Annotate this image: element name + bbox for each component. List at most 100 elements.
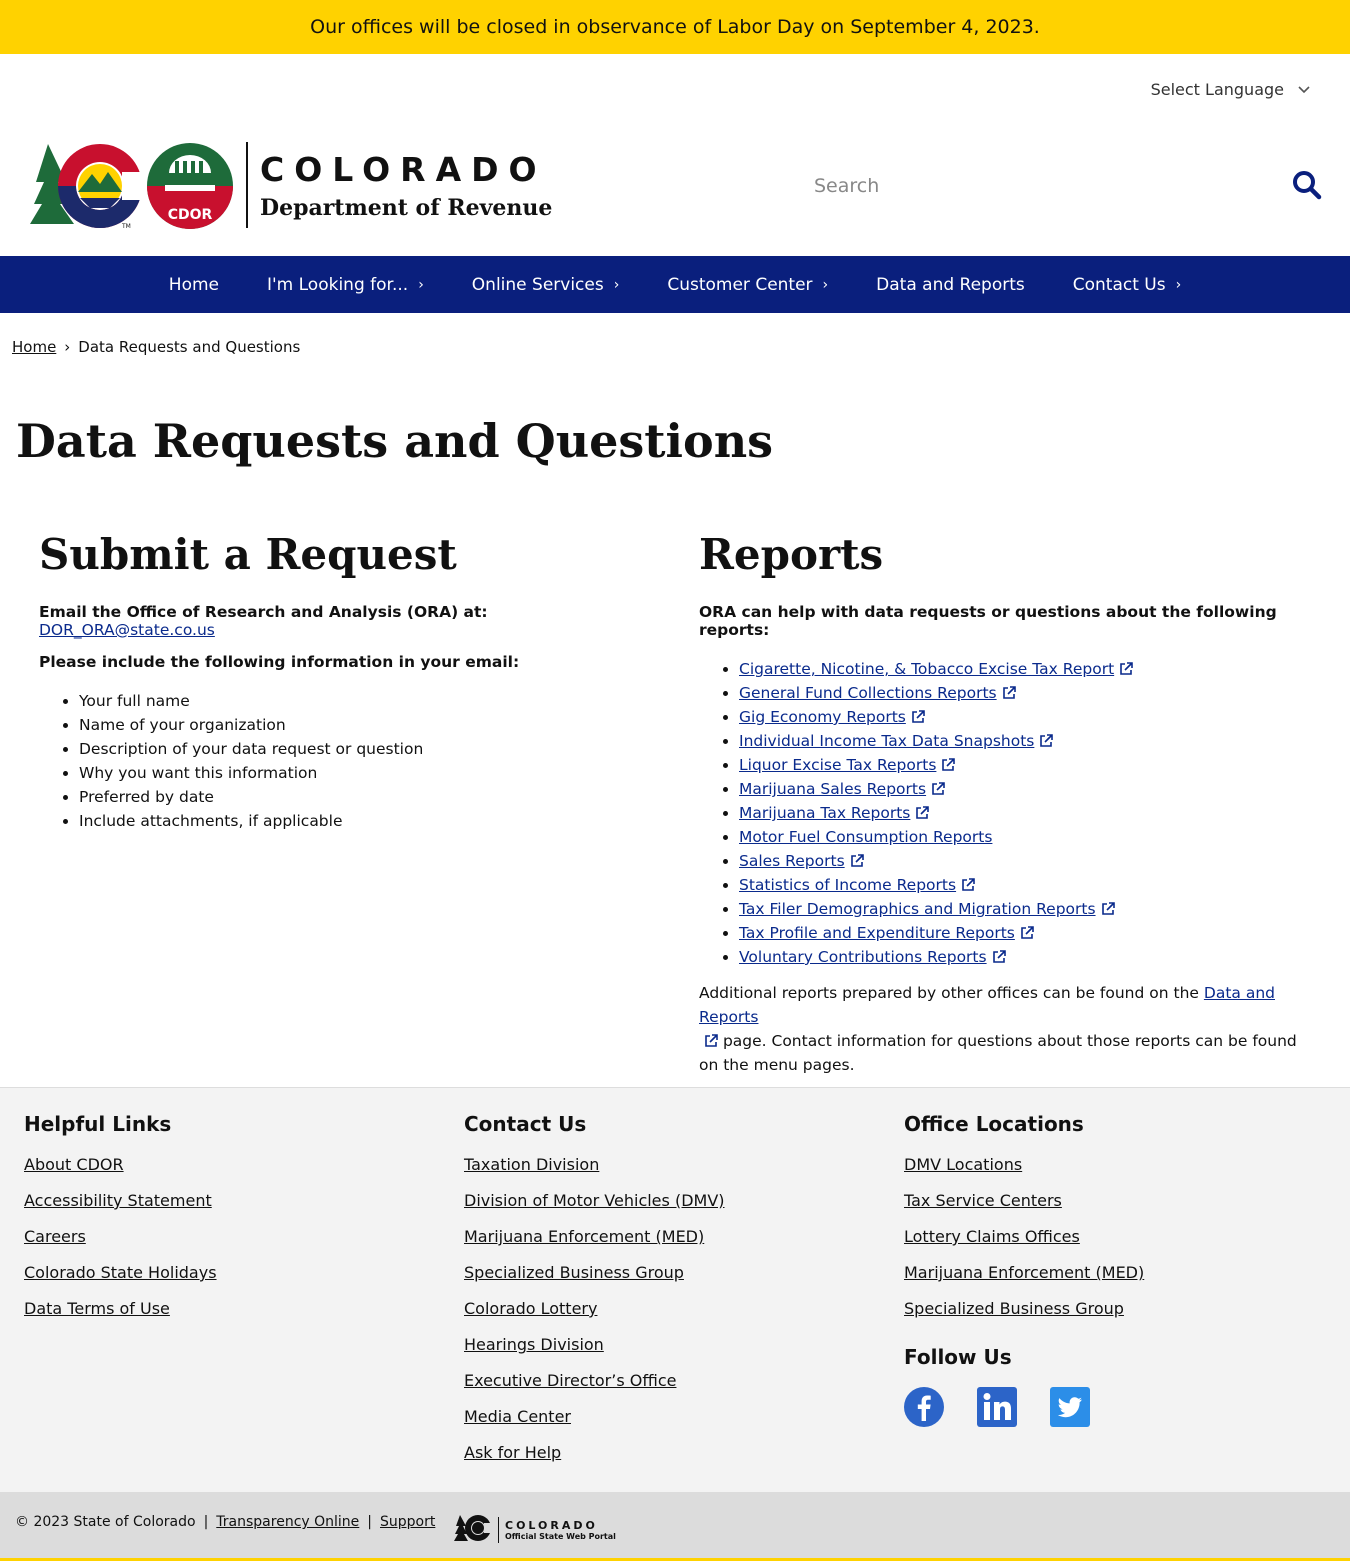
include-list-item: Why you want this information	[79, 761, 659, 785]
include-list-item: Preferred by date	[79, 785, 659, 809]
footer-contact-link[interactable]: Hearings Division	[464, 1334, 725, 1355]
linkedin-icon[interactable]	[977, 1387, 1017, 1427]
report-list-item: Liquor Excise Tax Reports	[739, 753, 1319, 777]
footer-contact-link[interactable]: Taxation Division	[464, 1154, 725, 1175]
report-link[interactable]: Individual Income Tax Data Snapshots	[739, 732, 1034, 750]
external-link-icon	[931, 779, 945, 795]
language-label: Select Language	[1150, 80, 1284, 99]
report-list-item: Individual Income Tax Data Snapshots	[739, 729, 1319, 753]
brand-text[interactable]: COLORADO Department of Revenue	[260, 150, 552, 221]
report-list-item: Tax Filer Demographics and Migration Rep…	[739, 897, 1319, 921]
report-link[interactable]: Tax Profile and Expenditure Reports	[739, 924, 1015, 942]
twitter-icon[interactable]	[1050, 1387, 1090, 1427]
external-link-icon	[1039, 731, 1054, 747]
report-link[interactable]: General Fund Collections Reports	[739, 684, 997, 702]
report-link[interactable]: Marijuana Tax Reports	[739, 804, 910, 822]
language-select[interactable]: Select Language	[1151, 80, 1310, 99]
external-link-icon	[961, 875, 975, 891]
breadcrumb-home-link[interactable]: Home	[12, 338, 56, 356]
footer-helpful-link[interactable]: Data Terms of Use	[24, 1298, 217, 1319]
footer-follow-heading: Follow Us	[904, 1345, 1012, 1369]
include-list-item: Description of your data request or ques…	[79, 737, 659, 761]
ora-email-link[interactable]: DOR_ORA@state.co.us	[39, 621, 215, 639]
report-list-item: Statistics of Income Reports	[739, 873, 1319, 897]
footer-contact-link[interactable]: Media Center	[464, 1406, 725, 1427]
footer-office-link[interactable]: Marijuana Enforcement (MED)	[904, 1262, 1144, 1283]
main-nav: Home I'm Looking for... › Online Services…	[0, 256, 1350, 313]
footer-helpful-link[interactable]: Colorado State Holidays	[24, 1262, 217, 1283]
footer-contact-link[interactable]: Colorado Lottery	[464, 1298, 725, 1319]
brand-department: Department of Revenue	[260, 195, 553, 221]
report-list-item: Tax Profile and Expenditure Reports	[739, 921, 1319, 945]
footer-helpful-link[interactable]: About CDOR	[24, 1154, 217, 1175]
external-link-icon	[1020, 923, 1034, 939]
transparency-online-link[interactable]: Transparency Online	[216, 1514, 359, 1530]
additional-reports-text: Additional reports prepared by other off…	[699, 984, 1297, 1074]
sub-footer: © 2023 State of Colorado | Transparency …	[0, 1492, 1350, 1561]
footer-contact-link[interactable]: Division of Motor Vehicles (DMV)	[464, 1190, 725, 1211]
colorado-logo-icon[interactable]: TM	[30, 142, 144, 230]
footer-office-locations: Office Locations DMV Locations Tax Servic…	[904, 1112, 1144, 1427]
nav-home[interactable]: Home	[145, 256, 243, 313]
breadcrumb-current: Data Requests and Questions	[78, 338, 301, 356]
reports-section: Reports ORA can help with data requests …	[699, 530, 1319, 1077]
nav-customer-center[interactable]: Customer Center ›	[643, 256, 852, 313]
footer-contact-link[interactable]: Ask for Help	[464, 1442, 725, 1463]
report-link[interactable]: Sales Reports	[739, 852, 845, 870]
footer-office-link[interactable]: Lottery Claims Offices	[904, 1226, 1144, 1247]
brand-divider	[246, 142, 248, 228]
footer-helpful-link[interactable]: Accessibility Statement	[24, 1190, 217, 1211]
search-icon[interactable]	[1292, 170, 1324, 202]
svg-text:CDOR: CDOR	[168, 207, 213, 223]
reports-heading: Reports	[699, 530, 884, 579]
external-link-icon	[1101, 899, 1115, 915]
report-list-item: Sales Reports	[739, 849, 1319, 873]
nav-contact-us[interactable]: Contact Us ›	[1049, 256, 1205, 313]
report-link[interactable]: Voluntary Contributions Reports	[739, 948, 987, 966]
report-link[interactable]: Marijuana Sales Reports	[739, 780, 926, 798]
cdor-badge-icon[interactable]: CDOR	[147, 143, 233, 229]
footer-contact-link[interactable]: Specialized Business Group	[464, 1262, 725, 1283]
copyright-text: © 2023 State of Colorado	[15, 1514, 196, 1530]
email-lead: Email the Office of Research and Analysi…	[39, 603, 488, 639]
search-input[interactable]	[812, 170, 1282, 202]
support-link[interactable]: Support	[380, 1514, 435, 1530]
report-list-item: Cigarette, Nicotine, & Tobacco Excise Ta…	[739, 657, 1319, 681]
external-link-icon	[915, 803, 930, 819]
external-link-icon	[1119, 659, 1133, 675]
include-list: Your full nameName of your organizationD…	[39, 689, 659, 833]
nav-looking-for[interactable]: I'm Looking for... ›	[243, 256, 448, 313]
footer-office-link[interactable]: Tax Service Centers	[904, 1190, 1144, 1211]
top-bar: Select Language	[0, 54, 1350, 130]
chevron-right-icon: ›	[1175, 276, 1182, 293]
report-link[interactable]: Tax Filer Demographics and Migration Rep…	[739, 900, 1096, 918]
alert-banner: Our offices will be closed in observance…	[0, 0, 1350, 54]
reports-lead: ORA can help with data requests or quest…	[699, 603, 1277, 639]
footer-office-link[interactable]: DMV Locations	[904, 1154, 1144, 1175]
footer-contact-link[interactable]: Executive Director’s Office	[464, 1370, 725, 1391]
footer-contact-link[interactable]: Marijuana Enforcement (MED)	[464, 1226, 725, 1247]
report-link[interactable]: Liquor Excise Tax Reports	[739, 756, 936, 774]
chevron-right-icon: ›	[613, 276, 620, 293]
state-portal-logo[interactable]: COLORADO Official State Web Portal	[454, 1514, 616, 1546]
report-list-item: Voluntary Contributions Reports	[739, 945, 1319, 969]
separator: |	[203, 1514, 209, 1530]
report-list-item: Gig Economy Reports	[739, 705, 1319, 729]
nav-data-and-reports[interactable]: Data and Reports	[852, 256, 1049, 313]
report-link[interactable]: Statistics of Income Reports	[739, 876, 956, 894]
nav-online-services[interactable]: Online Services ›	[448, 256, 644, 313]
copyright-bar: © 2023 State of Colorado | Transparency …	[15, 1514, 435, 1530]
submit-heading: Submit a Request	[39, 530, 457, 579]
footer-helpful-link[interactable]: Careers	[24, 1226, 217, 1247]
report-link[interactable]: Motor Fuel Consumption Reports	[739, 828, 992, 846]
external-link-icon	[704, 1031, 718, 1047]
page-title: Data Requests and Questions	[16, 414, 774, 468]
report-list-item: Marijuana Sales Reports	[739, 777, 1319, 801]
reports-list: Cigarette, Nicotine, & Tobacco Excise Ta…	[699, 657, 1319, 969]
footer-contact-us: Contact Us Taxation Division Division of …	[464, 1112, 725, 1478]
footer-office-link[interactable]: Specialized Business Group	[904, 1298, 1144, 1319]
report-link[interactable]: Cigarette, Nicotine, & Tobacco Excise Ta…	[739, 660, 1114, 678]
report-link[interactable]: Gig Economy Reports	[739, 708, 906, 726]
facebook-icon[interactable]	[904, 1387, 944, 1427]
external-link-icon	[911, 707, 925, 723]
